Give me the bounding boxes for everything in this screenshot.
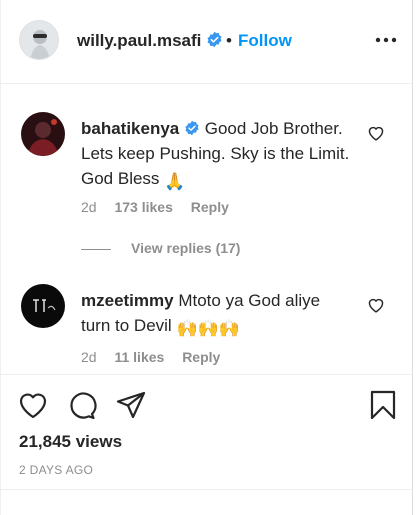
like-comment-icon[interactable] <box>367 297 385 313</box>
commenter-avatar[interactable] <box>21 284 65 328</box>
comment-text-line: Good Job Brother. <box>204 119 343 138</box>
author-username[interactable]: willy.paul.msafi <box>77 31 223 51</box>
author-avatar[interactable] <box>19 20 59 60</box>
comment-likes[interactable]: 11 likes <box>114 349 164 365</box>
comment-text-line: turn to Devil <box>81 316 172 335</box>
comment-age: 2d <box>81 349 97 365</box>
comment-meta: 2d 173 likes Reply <box>81 199 243 215</box>
comment-text-line: Mtoto ya God aliye <box>178 291 321 310</box>
like-heart-icon[interactable] <box>17 389 49 421</box>
follow-button[interactable]: Follow <box>238 31 292 51</box>
reply-button[interactable]: Reply <box>191 199 229 215</box>
header-separator: • <box>226 31 232 50</box>
author-username-text[interactable]: willy.paul.msafi <box>77 31 201 50</box>
comment-username[interactable]: mzeetimmy <box>81 291 174 310</box>
view-replies-label[interactable]: View replies (17) <box>131 240 240 256</box>
comment-age: 2d <box>81 199 97 215</box>
replies-divider <box>81 248 111 250</box>
reply-button[interactable]: Reply <box>182 349 220 365</box>
comment-text: bahatikenya Good Job Brother. Lets keep … <box>81 116 361 194</box>
comment-text: mzeetimmy Mtoto ya God aliye turn to Dev… <box>81 288 361 341</box>
more-options-icon[interactable] <box>373 30 399 50</box>
like-comment-icon[interactable] <box>367 125 385 141</box>
post-panel: willy.paul.msafi • Follow bahatikenya Go… <box>0 0 414 515</box>
verified-badge-icon <box>207 31 222 48</box>
comment-meta: 2d 11 likes Reply <box>81 349 234 365</box>
save-bookmark-icon[interactable] <box>367 389 399 421</box>
pray-emoji: 🙏 <box>164 172 186 191</box>
view-replies-button[interactable]: View replies (17) <box>81 240 240 256</box>
comment-likes[interactable]: 173 likes <box>114 199 172 215</box>
post-timestamp: 2 DAYS AGO <box>19 463 94 477</box>
commenter-avatar[interactable] <box>21 112 65 156</box>
raised-hands-emoji: 🙌🙌🙌 <box>176 319 240 338</box>
verified-badge-icon <box>185 120 199 136</box>
comment-bubble-icon[interactable] <box>65 389 97 421</box>
comment-text-line: Lets keep Pushing. Sky is the Limit. <box>81 144 350 163</box>
share-direct-icon[interactable] <box>115 389 147 421</box>
comment-text-line: God Bless <box>81 169 160 188</box>
comment-username[interactable]: bahatikenya <box>81 119 179 138</box>
view-count[interactable]: 21,845 views <box>19 432 122 452</box>
post-actions: 21,845 views 2 DAYS AGO <box>1 374 414 515</box>
divider <box>1 489 414 490</box>
post-header: willy.paul.msafi • Follow <box>1 0 414 84</box>
